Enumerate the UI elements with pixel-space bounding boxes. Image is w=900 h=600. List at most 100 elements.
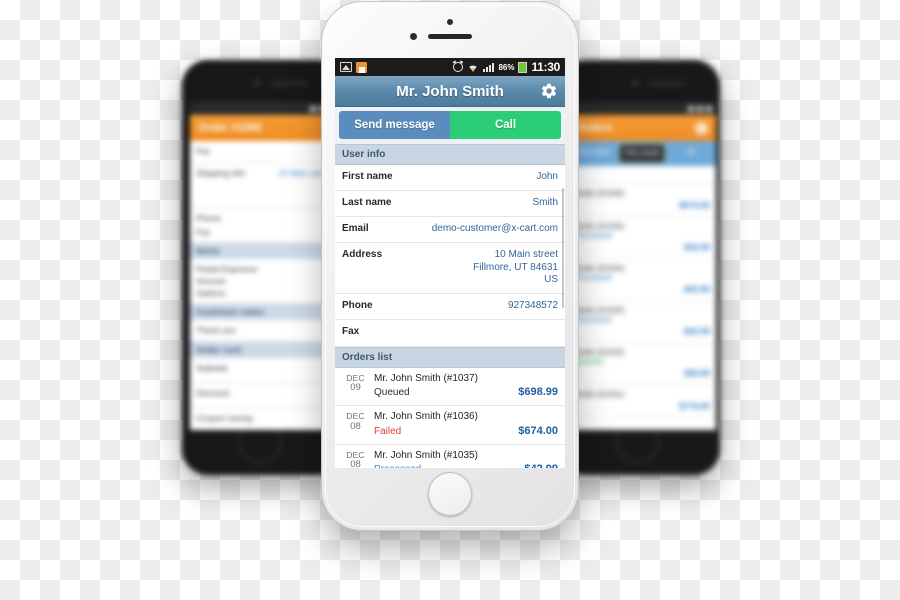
right-background-phone: Orders This week This month All Smith (#… bbox=[560, 60, 720, 475]
refresh-icon[interactable] bbox=[695, 121, 708, 135]
right-phone-camera-icon bbox=[632, 80, 638, 86]
order-amount: $42.99 bbox=[684, 284, 710, 294]
table-row[interactable]: Phone 927348572 bbox=[335, 293, 565, 320]
field-label: Last name bbox=[342, 197, 392, 208]
table-row: Shipping info 10 Main street bbox=[190, 163, 338, 208]
table-row: Discount bbox=[190, 383, 338, 408]
table-row[interactable]: Address 10 Main street Fillmore, UT 8463… bbox=[335, 243, 565, 294]
wifi-glyph bbox=[469, 65, 478, 72]
left-background-phone: Order #1060 Fax Shipping info 10 Main st… bbox=[182, 60, 342, 475]
scrollbar[interactable] bbox=[562, 188, 564, 308]
right-sb-icon bbox=[688, 105, 694, 112]
order-name: Smith (#1033) bbox=[574, 306, 625, 315]
section-header: Customer notes bbox=[190, 304, 338, 320]
list-item[interactable]: Smith (#1033) Processed $42.99 bbox=[568, 301, 716, 343]
action-buttons: Send message Call bbox=[335, 107, 565, 144]
order-name: Smith (#1035) bbox=[574, 222, 625, 231]
left-phone-header: Order #1060 bbox=[190, 115, 338, 141]
status-clock: 11:30 bbox=[531, 60, 560, 74]
order-amount: $45.99 bbox=[684, 368, 710, 378]
user-info-list: First name John Last name Smith Email de… bbox=[335, 165, 565, 347]
user-info-section-header: User info bbox=[335, 144, 565, 165]
order-status: Queued bbox=[574, 357, 603, 366]
field-label: Address bbox=[342, 249, 383, 260]
status-badge: Failed bbox=[374, 425, 402, 437]
field-value: John bbox=[536, 171, 558, 182]
alarm-icon bbox=[453, 62, 464, 72]
right-phone-speaker bbox=[648, 81, 686, 86]
order-name: Smith (#1034) bbox=[574, 264, 625, 273]
list-item[interactable]: Smith (#1035) Processed $42.99 bbox=[568, 217, 716, 259]
battery-icon bbox=[518, 61, 528, 73]
row-label: Thank you bbox=[196, 325, 236, 335]
page-title: Mr. John Smith bbox=[396, 82, 504, 100]
iphone-home-button[interactable] bbox=[428, 472, 472, 516]
order-amount: $42.99 bbox=[684, 326, 710, 336]
foreground-iphone: 86% 11:30 Mr. John Smith Send message Ca… bbox=[322, 2, 578, 530]
tab-all[interactable]: All bbox=[668, 144, 713, 163]
order-amount: $42.99 bbox=[684, 242, 710, 252]
send-message-button[interactable]: Send message bbox=[339, 111, 450, 139]
left-phone-content: Fax Shipping info 10 Main street Phone F… bbox=[190, 141, 338, 430]
list-item[interactable]: Smith (#1034) Processed $42.99 bbox=[568, 259, 716, 301]
iphone-speaker bbox=[428, 34, 472, 39]
table-row[interactable]: Fax bbox=[335, 319, 565, 347]
left-sb-icon bbox=[310, 105, 316, 112]
table-row: Coupon saving bbox=[190, 408, 338, 430]
row-label: Subtotal bbox=[196, 363, 228, 373]
field-value: Smith bbox=[532, 197, 558, 208]
row-label: Shipping info bbox=[196, 168, 246, 178]
right-phone-statusbar bbox=[568, 102, 716, 115]
status-badge: Processed bbox=[374, 463, 524, 468]
table-row[interactable]: Last name Smith bbox=[335, 191, 565, 217]
field-value: 927348572 bbox=[507, 299, 558, 311]
orders-list: DEC 09 Mr. John Smith (#1037) Queued $69… bbox=[335, 367, 565, 469]
field-value: 10 Main street Fillmore, UT 84631 US bbox=[473, 249, 558, 285]
right-sb-icon bbox=[697, 105, 703, 112]
right-phone-header-title: Orders bbox=[576, 122, 613, 134]
table-row[interactable]: First name John bbox=[335, 165, 565, 191]
row-label: Fax bbox=[196, 227, 211, 237]
table-row[interactable]: DEC 08 Mr. John Smith (#1036) Failed $67… bbox=[335, 406, 565, 445]
call-button[interactable]: Call bbox=[450, 111, 561, 139]
list-item[interactable]: Smith (#1036) $674.00 bbox=[568, 184, 716, 217]
list-item[interactable]: Smith (#1032) Queued $45.99 bbox=[568, 343, 716, 385]
row-label: Pastel Espresso bbox=[196, 264, 258, 274]
right-phone-orders-list: Smith (#1036) $674.00 Smith (#1035) Proc… bbox=[568, 166, 716, 421]
order-details: Mr. John Smith (#1036) Failed bbox=[369, 411, 518, 438]
row-label: Options bbox=[196, 288, 226, 298]
row-label: Coupon saving bbox=[196, 413, 253, 423]
order-amount: $774.00 bbox=[679, 401, 710, 411]
table-row[interactable]: Email demo-customer@x-cart.com bbox=[335, 217, 565, 243]
order-day: 09 bbox=[350, 382, 361, 394]
left-phone-statusbar bbox=[190, 102, 338, 115]
image-icon bbox=[340, 62, 352, 72]
tab-this-month[interactable]: This month bbox=[618, 144, 666, 163]
table-row: Pastel Espresso Amount Options bbox=[190, 259, 338, 304]
table-row: Fax bbox=[190, 141, 338, 163]
order-amount: $698.99 bbox=[518, 386, 558, 398]
save-icon bbox=[356, 61, 367, 73]
order-name: Mr. John Smith (#1037) bbox=[374, 372, 478, 384]
row-label: Fax bbox=[196, 146, 211, 156]
order-amount: $42.99 bbox=[524, 463, 558, 468]
list-item[interactable]: Smith (#1031) $774.00 bbox=[568, 385, 716, 418]
order-date: DEC 08 bbox=[342, 450, 369, 468]
table-row: Subtotal bbox=[190, 358, 338, 383]
table-row[interactable]: DEC 08 Mr. John Smith (#1035) Processed … bbox=[335, 444, 565, 469]
list-item[interactable]: Smith (#1030) Queued $83.23 bbox=[568, 418, 716, 421]
battery-percent: 86% bbox=[498, 62, 515, 72]
right-phone-screen: Orders This week This month All Smith (#… bbox=[568, 102, 716, 430]
app-screen: 86% 11:30 Mr. John Smith Send message Ca… bbox=[335, 58, 565, 468]
table-row[interactable]: DEC 09 Mr. John Smith (#1037) Queued $69… bbox=[335, 367, 565, 406]
order-details: Mr. John Smith (#1035) Processed bbox=[369, 450, 524, 469]
app-header: Mr. John Smith bbox=[335, 76, 565, 107]
order-name: Mr. John Smith (#1036) bbox=[374, 411, 478, 422]
order-day: 08 bbox=[350, 420, 361, 432]
order-date: DEC 09 bbox=[342, 373, 369, 395]
left-phone-camera-icon bbox=[254, 80, 260, 86]
gear-icon[interactable] bbox=[540, 82, 558, 100]
android-status-bar: 86% 11:30 bbox=[335, 58, 565, 76]
order-amount: $674.00 bbox=[518, 424, 558, 437]
order-amount: $674.00 bbox=[679, 200, 710, 210]
